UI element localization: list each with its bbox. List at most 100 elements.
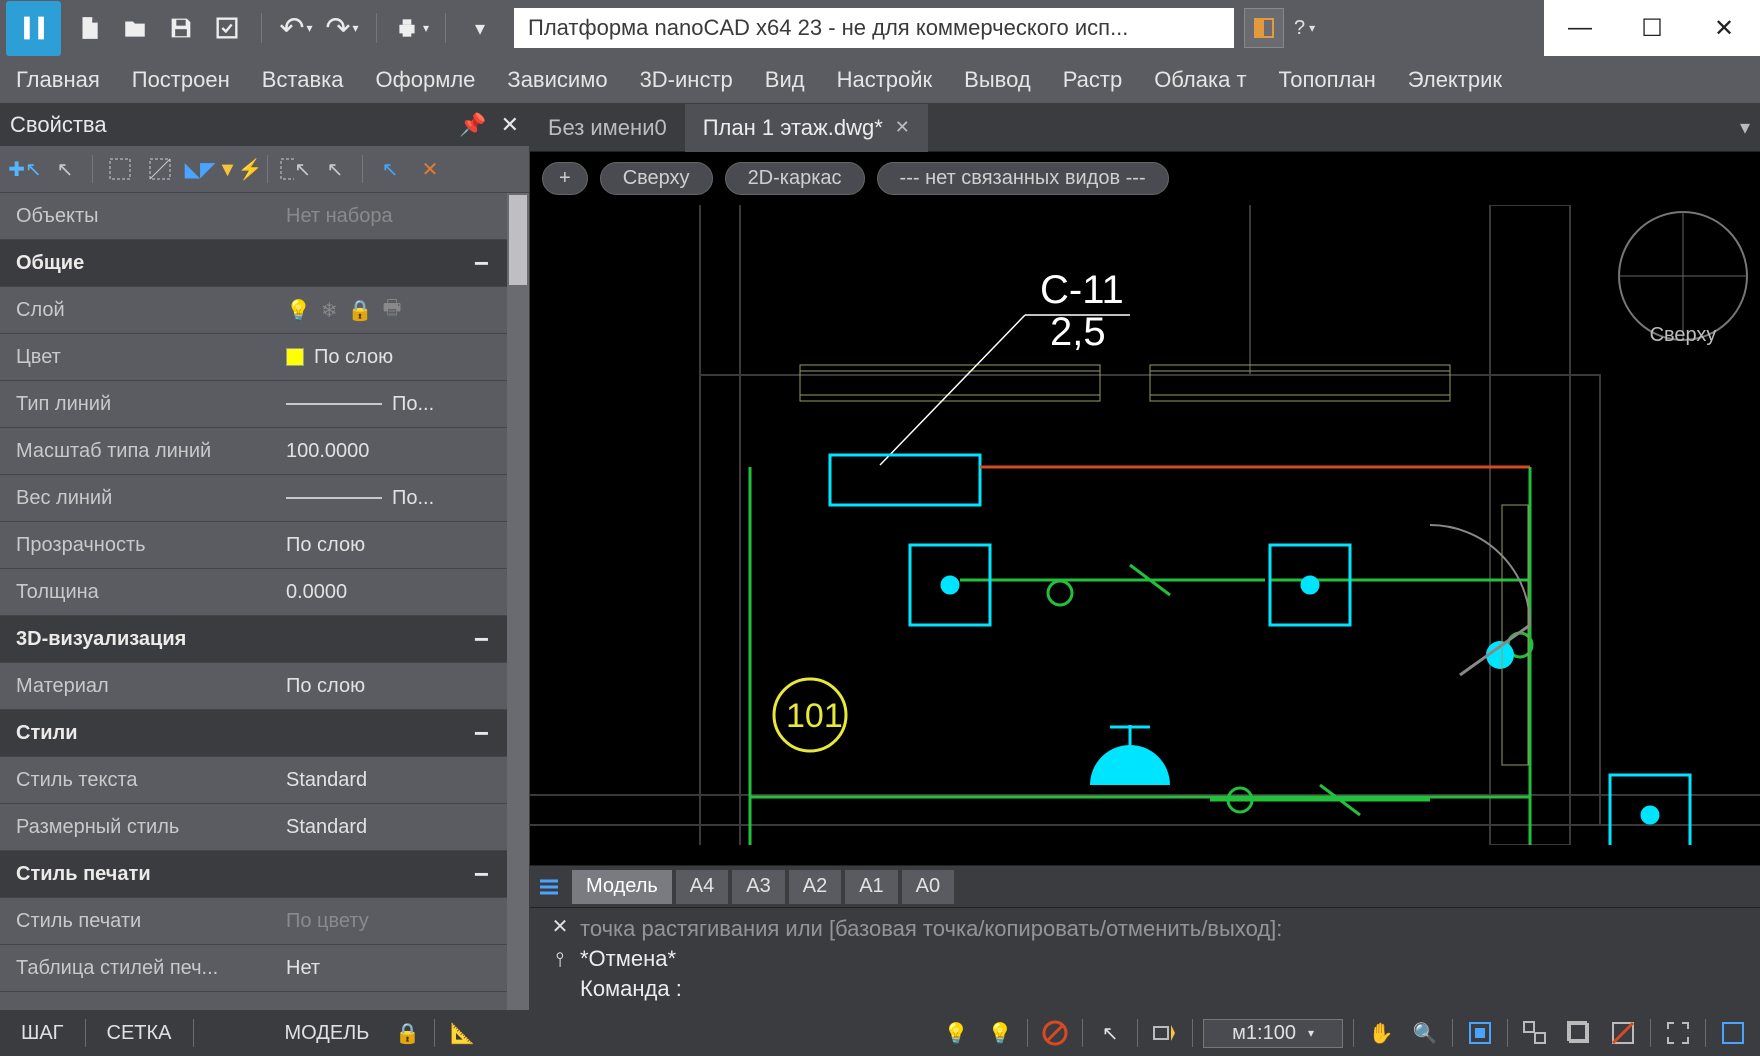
zoom-extents-icon[interactable] bbox=[1463, 1016, 1497, 1050]
fullscreen-icon[interactable] bbox=[1661, 1016, 1695, 1050]
new-file-icon[interactable] bbox=[71, 10, 107, 46]
add-viewport-button[interactable]: + bbox=[542, 162, 588, 195]
help-button[interactable]: ?▾ bbox=[1294, 17, 1315, 40]
tab-pointclouds[interactable]: Облака т bbox=[1138, 56, 1262, 104]
lock-annoscale-icon[interactable]: 🔒 bbox=[390, 1016, 424, 1050]
qat-customize-icon[interactable]: ▾ bbox=[462, 10, 498, 46]
pick-icon[interactable]: ↖ bbox=[373, 152, 407, 186]
plot-icon[interactable]: 🖶 bbox=[383, 293, 402, 327]
toggle-filter-icon[interactable]: ◣◤ bbox=[183, 152, 217, 186]
maximize-button[interactable]: ☐ bbox=[1616, 0, 1688, 56]
close-tab-icon[interactable]: ✕ bbox=[895, 117, 910, 138]
prop-row-transparency[interactable]: Прозрачность По слою bbox=[0, 522, 507, 569]
redo-button[interactable]: ↷▾ bbox=[324, 10, 360, 46]
bulb-icon[interactable]: 💡 bbox=[286, 298, 311, 323]
prop-row-plotstyletable[interactable]: Таблица стилей печ... Нет bbox=[0, 945, 507, 992]
tab-a4[interactable]: A4 bbox=[676, 870, 728, 904]
drawing-canvas[interactable]: С-11 2,5 bbox=[530, 205, 1760, 865]
tab-insert[interactable]: Вставка bbox=[246, 56, 360, 104]
minimize-button[interactable]: — bbox=[1544, 0, 1616, 56]
document-tab-inactive[interactable]: Без имени0 bbox=[530, 104, 685, 152]
pin-icon[interactable]: 📌 bbox=[459, 112, 486, 138]
clear-selection-icon[interactable]: ✕ bbox=[413, 152, 447, 186]
prop-row-color[interactable]: Цвет По слою bbox=[0, 334, 507, 381]
prop-row-thickness[interactable]: Толщина 0.0000 bbox=[0, 569, 507, 616]
tab-annotate[interactable]: Оформле bbox=[360, 56, 492, 104]
prop-row-lineweight[interactable]: Вес линий По... bbox=[0, 475, 507, 522]
tab-a1[interactable]: A1 bbox=[845, 870, 897, 904]
quick-select-icon[interactable]: ▼⚡ bbox=[223, 152, 257, 186]
tab-electric[interactable]: Электрик bbox=[1392, 56, 1518, 104]
pan-icon[interactable]: ✋ bbox=[1364, 1016, 1398, 1050]
undo-button[interactable]: ↶▾ bbox=[278, 10, 314, 46]
prop-row-objects[interactable]: Объекты Нет набора bbox=[0, 193, 507, 240]
view-wireframe-pill[interactable]: 2D-каркас bbox=[725, 162, 865, 195]
prop-group-general[interactable]: Общие − bbox=[0, 240, 507, 287]
isolate-icon[interactable] bbox=[1518, 1016, 1552, 1050]
dock-commandline-icon[interactable]: ⫯ bbox=[556, 949, 565, 972]
tab-a2[interactable]: A2 bbox=[789, 870, 841, 904]
tab-a3[interactable]: A3 bbox=[732, 870, 784, 904]
lock-icon[interactable]: 🔒 bbox=[348, 298, 373, 323]
tab-topoplan[interactable]: Топоплан bbox=[1263, 56, 1392, 104]
prop-row-layer[interactable]: Слой 💡 ❄ 🔒 🖶 bbox=[0, 287, 507, 334]
save-icon[interactable] bbox=[163, 10, 199, 46]
select-prev-icon[interactable]: ↖ bbox=[318, 152, 352, 186]
print-button[interactable]: ▾ bbox=[393, 10, 429, 46]
prop-row-material[interactable]: Материал По слою bbox=[0, 663, 507, 710]
tab-3dtools[interactable]: 3D-инстр bbox=[624, 56, 749, 104]
save-options-icon[interactable] bbox=[209, 10, 245, 46]
close-commandline-icon[interactable]: ✕ bbox=[552, 914, 569, 939]
tab-home[interactable]: Главная bbox=[0, 56, 116, 104]
workspace-switch-button[interactable] bbox=[1244, 8, 1284, 48]
prop-row-textstyle[interactable]: Стиль текста Standard bbox=[0, 757, 507, 804]
status-bulb2-icon[interactable]: 💡 bbox=[983, 1016, 1017, 1050]
tab-output[interactable]: Вывод bbox=[948, 56, 1047, 104]
model-paper-toggle[interactable]: МОДЕЛЬ bbox=[274, 1019, 381, 1048]
freeze-icon[interactable]: ❄ bbox=[321, 298, 338, 323]
view-linked-pill[interactable]: --- нет связанных видов --- bbox=[877, 162, 1169, 195]
tab-constraints[interactable]: Зависимо bbox=[491, 56, 623, 104]
prop-row-ltscale[interactable]: Масштаб типа линий 100.0000 bbox=[0, 428, 507, 475]
tab-a0[interactable]: A0 bbox=[902, 870, 954, 904]
prop-group-styles[interactable]: Стили − bbox=[0, 710, 507, 757]
prop-group-viz3d[interactable]: 3D-визуализация − bbox=[0, 616, 507, 663]
cursor-icon[interactable]: ↖ bbox=[48, 152, 82, 186]
prop-group-printstyle[interactable]: Стиль печати − bbox=[0, 851, 507, 898]
scale-selector[interactable]: м1:100▾ bbox=[1203, 1019, 1343, 1048]
grid-toggle[interactable]: СЕТКА bbox=[96, 1019, 183, 1048]
select-crossing-icon[interactable] bbox=[143, 152, 177, 186]
tab-overflow-icon[interactable]: ▾ bbox=[1740, 115, 1760, 140]
unisolate-icon[interactable] bbox=[1562, 1016, 1596, 1050]
select-window-icon[interactable] bbox=[103, 152, 137, 186]
collapse-icon[interactable]: − bbox=[474, 859, 489, 890]
annoscale-icon[interactable]: 📐 bbox=[445, 1016, 479, 1050]
collapse-icon[interactable]: − bbox=[474, 718, 489, 749]
close-panel-icon[interactable]: ✕ bbox=[501, 112, 519, 138]
disable-icon[interactable] bbox=[1038, 1016, 1072, 1050]
prop-row-plotstyle[interactable]: Стиль печати По цвету bbox=[0, 898, 507, 945]
zoom-icon[interactable]: 🔍 bbox=[1408, 1016, 1442, 1050]
tab-settings[interactable]: Настройк bbox=[821, 56, 949, 104]
status-bulb1-icon[interactable]: 💡 bbox=[939, 1016, 973, 1050]
layout-list-icon[interactable] bbox=[530, 870, 568, 904]
add-selection-icon[interactable]: ✚↖ bbox=[8, 152, 42, 186]
properties-scrollbar[interactable] bbox=[507, 193, 529, 1010]
cursor-mode-icon[interactable]: ↖ bbox=[1093, 1016, 1127, 1050]
cleanscreen-icon[interactable] bbox=[1716, 1016, 1750, 1050]
hide-icon[interactable] bbox=[1606, 1016, 1640, 1050]
tab-view[interactable]: Вид bbox=[749, 56, 821, 104]
command-line[interactable]: ✕ ⫯ точка растягивания или [базовая точк… bbox=[530, 907, 1760, 1010]
tab-model[interactable]: Модель bbox=[572, 870, 672, 904]
open-file-icon[interactable] bbox=[117, 10, 153, 46]
collapse-icon[interactable]: − bbox=[474, 624, 489, 655]
tab-draw[interactable]: Построен bbox=[116, 56, 246, 104]
snap-toggle[interactable]: ШАГ bbox=[10, 1019, 75, 1048]
viewcube[interactable]: Сверху bbox=[1618, 211, 1748, 341]
tab-raster[interactable]: Растр bbox=[1047, 56, 1139, 104]
view-top-pill[interactable]: Сверху bbox=[600, 162, 713, 195]
close-window-button[interactable]: ✕ bbox=[1688, 0, 1760, 56]
prop-row-linetype[interactable]: Тип линий По... bbox=[0, 381, 507, 428]
prop-row-dimstyle[interactable]: Размерный стиль Standard bbox=[0, 804, 507, 851]
document-tab-active[interactable]: План 1 этаж.dwg*✕ bbox=[685, 104, 928, 152]
